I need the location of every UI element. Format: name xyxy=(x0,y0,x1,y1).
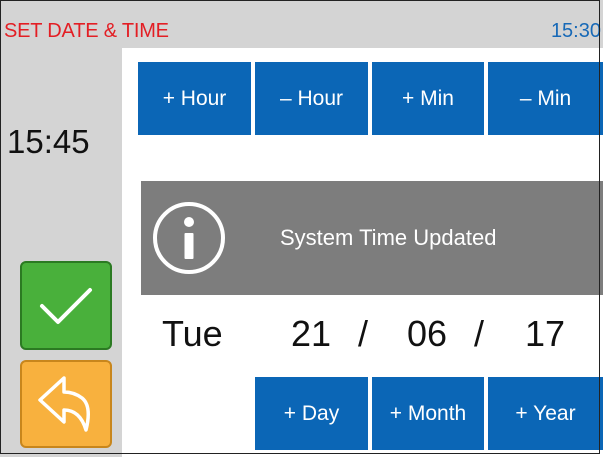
header-bar: SET DATE & TIME 15:30 xyxy=(0,0,603,48)
date-year: 17 xyxy=(525,313,566,354)
date-separator: / xyxy=(474,313,485,354)
year-plus-button[interactable]: + Year xyxy=(488,377,603,450)
min-minus-button[interactable]: – Min xyxy=(488,62,603,135)
back-button[interactable] xyxy=(20,360,112,448)
current-time-display: 15:45 xyxy=(7,123,90,160)
notification-message: System Time Updated xyxy=(280,225,497,250)
date-weekday: Tue xyxy=(162,313,223,354)
date-separator: / xyxy=(358,313,369,354)
back-arrow-icon xyxy=(38,376,90,432)
date-day: 21 xyxy=(291,313,332,354)
screen-title: SET DATE & TIME xyxy=(4,20,169,42)
date-month: 06 xyxy=(407,313,448,354)
hour-minus-button[interactable]: – Hour xyxy=(255,62,368,135)
day-plus-button[interactable]: + Day xyxy=(255,377,368,450)
date-time-screen: SET DATE & TIME 15:30 15:45 + Hour – Hou… xyxy=(0,0,603,457)
notification-banner: System Time Updated xyxy=(141,181,603,295)
header-clock: 15:30 xyxy=(550,20,601,42)
month-plus-button[interactable]: + Month xyxy=(372,377,484,450)
confirm-button[interactable] xyxy=(20,261,112,350)
min-plus-button[interactable]: + Min xyxy=(372,62,484,135)
info-icon xyxy=(153,202,225,274)
hour-plus-button[interactable]: + Hour xyxy=(138,62,251,135)
checkmark-icon xyxy=(40,287,92,324)
